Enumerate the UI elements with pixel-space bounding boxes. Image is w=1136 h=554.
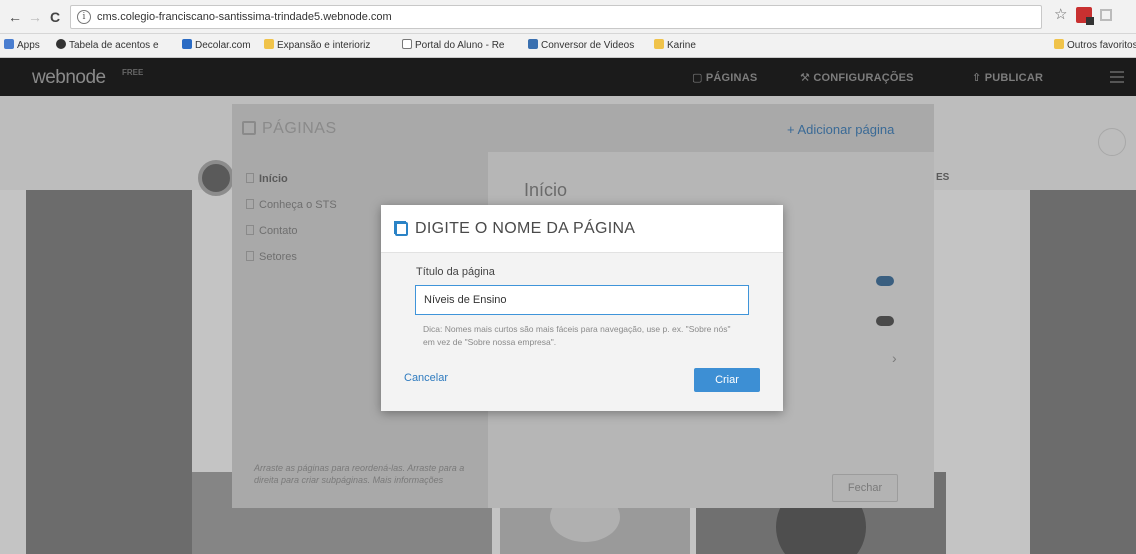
pages-menu-button[interactable]: ▢ PÁGINAS	[692, 71, 757, 84]
cancel-button[interactable]: Cancelar	[404, 372, 448, 384]
url-field[interactable]: i cms.colegio-franciscano-santissima-tri…	[70, 5, 1042, 29]
panel-title: PÁGINAS	[262, 120, 337, 137]
page-icon	[246, 199, 254, 209]
url-text: cms.colegio-franciscano-santissima-trind…	[97, 11, 392, 23]
page-icon	[246, 251, 254, 261]
close-panel-button[interactable]: Fechar	[832, 474, 898, 502]
back-arrow-icon[interactable]: ←	[8, 8, 22, 26]
extension-icon[interactable]	[1076, 7, 1094, 25]
create-button[interactable]: Criar	[694, 368, 760, 392]
wrench-icon: ⚒	[800, 72, 814, 84]
menu-toggle[interactable]	[876, 316, 894, 326]
bookmark-apps[interactable]: Apps	[4, 39, 40, 53]
chevron-right-icon[interactable]: ›	[892, 350, 897, 366]
forward-arrow-icon[interactable]: →	[28, 8, 42, 26]
webnode-logo: webnode	[32, 67, 106, 88]
site-favicon-icon	[56, 39, 66, 49]
page-icon	[246, 173, 254, 183]
browser-address-bar: ← → C i cms.colegio-franciscano-santissi…	[0, 0, 1136, 34]
school-logo	[198, 160, 234, 196]
page-title-label: Título da página	[416, 266, 495, 278]
bookmark-item[interactable]: Conversor de Videos	[528, 39, 634, 53]
folder-icon	[654, 39, 664, 49]
bookmark-item[interactable]: Portal do Aluno - Re	[402, 39, 505, 53]
site-left-column	[26, 190, 192, 554]
bookmark-item[interactable]: Decolar.com	[182, 39, 251, 53]
site-favicon-icon	[182, 39, 192, 49]
site-menu-fragment: ES	[936, 172, 950, 183]
publish-menu-button[interactable]: ⇧ PUBLICAR	[972, 71, 1043, 84]
dialog-title: DIGITE O NOME DA PÁGINA	[415, 220, 636, 237]
reload-icon[interactable]: C	[50, 8, 60, 26]
page-item-conheca[interactable]: Conheça o STS	[246, 196, 337, 222]
detail-title: Início	[524, 180, 568, 200]
page-item-contato[interactable]: Contato	[246, 222, 337, 248]
reorder-hint: Arraste as páginas para reordená-las. Ar…	[254, 463, 465, 485]
settings-menu-button[interactable]: ⚒ CONFIGURAÇÕES	[800, 71, 914, 84]
folder-icon	[1054, 39, 1064, 49]
pages-icon	[395, 222, 408, 236]
upload-icon: ⇧	[972, 72, 985, 84]
page-item-setores[interactable]: Setores	[246, 248, 337, 274]
dialog-hint: Dica: Nomes mais curtos são mais fáceis …	[423, 324, 731, 347]
page-icon	[246, 225, 254, 235]
settings-circle-icon	[1098, 128, 1126, 156]
page-title-input[interactable]	[415, 285, 749, 315]
bookmarks-bar: Apps Tabela de acentos e Decolar.com Exp…	[0, 34, 1136, 58]
site-favicon-icon	[528, 39, 538, 49]
browser-menu-icon[interactable]	[1100, 9, 1112, 21]
bookmark-other[interactable]: Outros favoritos	[1054, 39, 1136, 53]
bookmark-item[interactable]: Expansão e interioriz	[264, 39, 370, 53]
pages-icon	[242, 121, 256, 135]
info-icon[interactable]: i	[77, 10, 91, 24]
dialog-body: Título da página Dica: Nomes mais curtos…	[381, 253, 783, 411]
add-page-button[interactable]: + Adicionar página	[787, 122, 894, 137]
bookmark-item[interactable]: Karine	[654, 39, 696, 53]
page-icon	[402, 39, 412, 49]
page-tree: Início Conheça o STS Contato Setores	[246, 170, 337, 274]
plan-badge: FREE	[122, 68, 144, 77]
apps-grid-icon	[4, 39, 14, 49]
bookmark-item[interactable]: Tabela de acentos e	[56, 39, 159, 53]
pages-icon: ▢	[692, 72, 706, 84]
page-item-inicio[interactable]: Início	[246, 170, 337, 196]
new-page-dialog: DIGITE O NOME DA PÁGINA Título da página…	[381, 205, 783, 411]
folder-icon	[264, 39, 274, 49]
hamburger-menu-icon[interactable]	[1110, 71, 1124, 83]
bookmark-star-icon[interactable]: ☆	[1054, 7, 1067, 23]
visibility-toggle[interactable]	[876, 276, 894, 286]
dialog-header: DIGITE O NOME DA PÁGINA	[381, 205, 783, 253]
site-right-column	[1030, 190, 1136, 554]
webnode-toolbar: webnode FREE ▢ PÁGINAS ⚒ CONFIGURAÇÕES ⇧…	[0, 58, 1136, 96]
